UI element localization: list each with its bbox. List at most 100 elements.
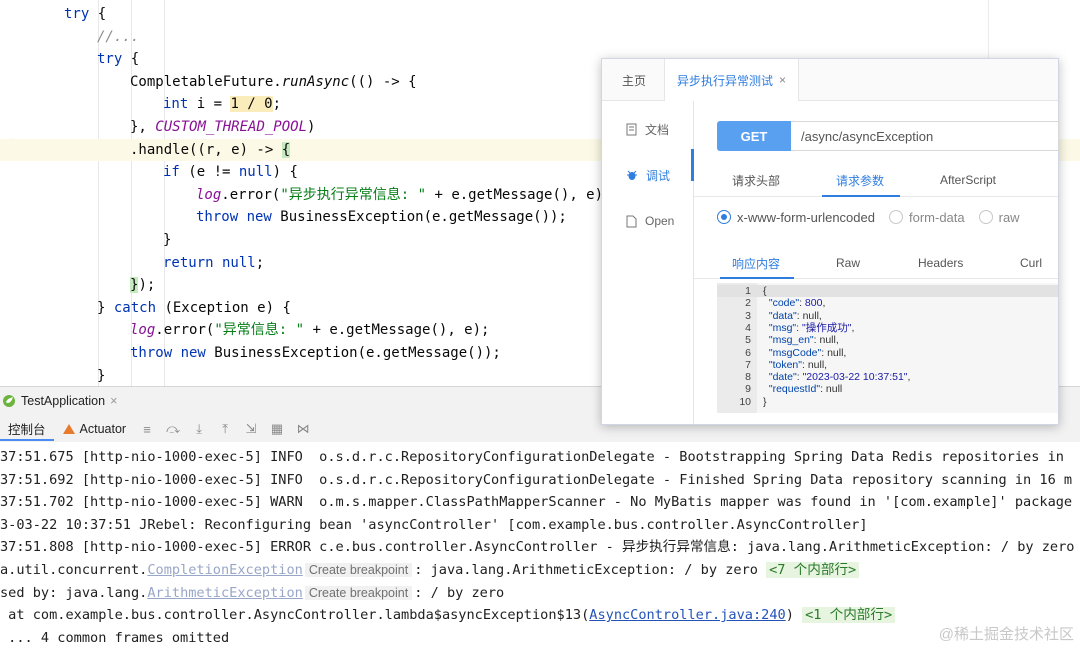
tab-request-headers[interactable]: 请求头部	[732, 163, 780, 197]
tab-home[interactable]: 主页	[610, 59, 658, 101]
token: "msg"	[768, 321, 797, 334]
sidebar-item-doc[interactable]: 文档	[626, 117, 669, 141]
token: BusinessException(e.getMessage());	[205, 345, 501, 361]
internal-lines-toggle[interactable]: <7 个内部行>	[766, 562, 860, 578]
json-text: "msg": "操作成功",	[763, 321, 855, 334]
sidebar-item-open-label: Open	[645, 214, 675, 228]
json-text: "msgCode": null,	[763, 346, 847, 359]
token: : null,	[796, 309, 822, 322]
json-text: "date": "2023-03-22 10:37:51",	[763, 371, 911, 384]
step-over-icon[interactable]: ⤼	[160, 417, 186, 441]
token: .error(	[221, 186, 281, 203]
response-body[interactable]: 1{2 "code": 800, 3 "data": null, 4 "msg": …	[717, 283, 1058, 413]
radio-form-data-label: form-data	[908, 209, 965, 225]
menu-icon[interactable]: ≡	[134, 417, 160, 441]
tab-response-headers[interactable]: Headers	[918, 247, 963, 279]
tab-response-raw[interactable]: Raw	[836, 247, 860, 279]
json-line: 2 "code": 800,	[717, 297, 1058, 309]
create-breakpoint-button[interactable]: Create breakpoint	[304, 585, 413, 600]
source-link[interactable]: CompletionException	[147, 562, 303, 578]
line-number: 5	[745, 334, 751, 347]
console-line: 37:51.675 [http-nio-1000-exec-5] INFO o.…	[0, 446, 1080, 469]
line-number: 6	[745, 346, 751, 359]
internal-lines-toggle[interactable]: <1 个内部行>	[802, 607, 896, 624]
token: : null,	[821, 346, 847, 359]
token: .error(	[155, 322, 215, 339]
create-breakpoint-button[interactable]: Create breakpoint	[304, 563, 413, 577]
token: (Exception e) {	[156, 299, 291, 316]
url-input[interactable]: /async/asyncException	[791, 121, 1059, 151]
tab-request-params-label: 请求参数	[836, 173, 885, 188]
token: log	[130, 322, 156, 339]
token: }	[763, 395, 767, 408]
json-text: "data": null,	[763, 310, 822, 322]
evaluate-icon[interactable]: ▦	[264, 417, 290, 441]
line-number: 7	[745, 358, 751, 371]
token: ,	[822, 297, 826, 310]
tab-async-test[interactable]: 异步执行异常测试 ×	[664, 59, 800, 101]
token: )	[307, 119, 316, 135]
step-out-icon[interactable]: ⤒	[212, 417, 238, 441]
close-icon[interactable]: ×	[110, 394, 117, 408]
sidebar-item-debug[interactable]: 调试	[626, 163, 670, 187]
token: i =	[188, 96, 231, 113]
token: ,	[907, 371, 911, 384]
active-tab-underline	[720, 277, 794, 279]
token: : / by zero	[414, 584, 505, 601]
token: "操作成功"	[801, 321, 852, 334]
radio-form-data[interactable]: form-data	[888, 209, 965, 225]
token: {	[89, 6, 107, 22]
token: "2023-03-22 10:37:51"	[802, 371, 908, 384]
console-line: sed by: java.lang.ArithmeticException Cre…	[0, 582, 1080, 605]
tab-after-script[interactable]: AfterScript	[940, 163, 996, 197]
tab-request-params[interactable]: 请求参数	[836, 163, 884, 197]
source-link[interactable]: ArithmeticException	[147, 585, 303, 601]
line-number: 8	[745, 371, 751, 384]
token: if	[163, 164, 180, 181]
tab-response-content[interactable]: 响应内容	[732, 247, 780, 279]
token: at com.example.bus.controller.AsyncContr…	[0, 607, 590, 624]
token: ;	[255, 254, 265, 271]
tab-console[interactable]: 控制台	[0, 417, 54, 441]
token: sed by: java.lang.	[0, 584, 148, 601]
body-type-radios: x-www-form-urlencoded form-data raw	[717, 207, 1020, 227]
token: (() -> {	[349, 73, 417, 90]
token: "异常信息: "	[214, 322, 305, 339]
radio-raw[interactable]: raw	[978, 209, 1020, 225]
run-config-tab[interactable]: TestApplication ×	[0, 391, 117, 411]
file-icon	[626, 215, 637, 227]
token: throw new	[130, 345, 206, 361]
actuator-icon	[62, 424, 75, 434]
token: 37:51.702 [http-nio-1000-exec-5] WARN o.…	[0, 494, 1073, 511]
tab-response-curl[interactable]: Curl	[1020, 247, 1042, 279]
token: "code"	[768, 297, 800, 310]
console-line: at com.example.bus.controller.AsyncContr…	[0, 604, 1080, 627]
tab-actuator[interactable]: Actuator	[54, 417, 135, 441]
console-output[interactable]: 37:51.675 [http-nio-1000-exec-5] INFO o.…	[0, 442, 1080, 652]
radio-urlencoded-label: x-www-form-urlencoded	[737, 209, 875, 225]
step-into-icon[interactable]: ⤓	[186, 417, 212, 441]
token: BusinessException(e.getMessage());	[271, 209, 567, 226]
line-number: 2	[745, 297, 751, 310]
json-line: 9 "requestId": null	[717, 383, 1058, 395]
token: "msgCode"	[768, 346, 822, 359]
token: return null	[163, 254, 256, 271]
token: {	[122, 51, 140, 68]
method-button[interactable]: GET	[717, 121, 791, 151]
radio-raw-label: raw	[998, 209, 1020, 225]
token: (e !=	[179, 164, 239, 181]
active-tab-underline	[822, 195, 900, 197]
token: }	[97, 299, 114, 316]
close-icon[interactable]: ×	[779, 73, 786, 87]
run-to-cursor-icon[interactable]: ⇲	[238, 417, 264, 441]
token: null	[238, 164, 273, 181]
json-line: 10}	[717, 396, 1058, 408]
radio-urlencoded[interactable]: x-www-form-urlencoded	[717, 210, 875, 225]
trace-icon[interactable]: ⋈	[290, 417, 316, 441]
token: CompletableFuture.	[130, 73, 282, 90]
tab-async-test-label: 异步执行异常测试	[677, 73, 774, 88]
source-link[interactable]: AsyncController.java:240	[589, 607, 785, 623]
token: },	[130, 119, 156, 135]
line-number: 3	[745, 309, 751, 322]
sidebar-item-open[interactable]: Open	[626, 209, 674, 233]
